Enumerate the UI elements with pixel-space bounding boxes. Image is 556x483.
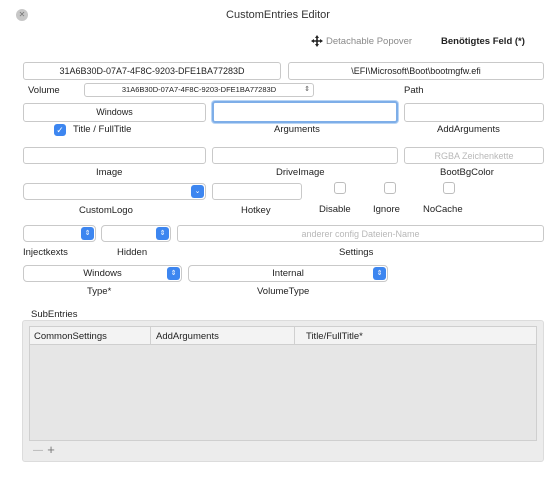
inject-kexts-select[interactable]: ⇕ [23,225,96,242]
image-field[interactable] [23,147,206,164]
custom-logo-label: CustomLogo [79,205,133,216]
add-arguments-field[interactable] [404,103,544,122]
nocache-checkbox[interactable] [443,182,455,194]
boot-bg-color-placeholder: RGBA Zeichenkette [434,151,514,161]
volume-field[interactable]: 31A6B30D-07A7-4F8C-9203-DFE1BA77283D [23,62,281,80]
inject-kexts-label: Injectkexts [23,247,68,258]
disable-label: Disable [319,204,351,215]
disable-checkbox[interactable] [334,182,346,194]
ignore-checkbox[interactable] [384,182,396,194]
type-label: Type* [87,286,112,297]
add-arguments-label: AddArguments [437,124,500,135]
boot-bg-color-label: BootBgColor [440,167,494,178]
chevron-updown-icon: ⇕ [81,227,94,240]
subentries-label: SubEntries [31,309,78,320]
table-header: CommonSettings AddArguments Title/FullTi… [30,327,536,345]
path-field[interactable]: \EFI\Microsoft\Boot\bootmgfw.efi [288,62,544,80]
chevron-updown-icon: ⇕ [304,86,310,93]
volume-select[interactable]: 31A6B30D-07A7-4F8C-9203-DFE1BA77283D ⇕ [84,83,314,97]
hidden-label: Hidden [117,247,148,258]
title-label: Title / FullTitle [73,124,132,135]
arguments-label: Arguments [274,124,320,135]
chevron-down-icon: ⌄ [191,185,204,198]
column-header-title[interactable]: Title/FullTitle* [306,331,363,342]
custom-logo-select[interactable]: ⌄ [23,183,206,200]
hidden-select[interactable]: ⇕ [101,225,171,242]
arguments-field[interactable] [212,101,398,123]
image-label: Image [96,167,123,178]
subentries-table[interactable]: CommonSettings AddArguments Title/FullTi… [29,326,537,441]
boot-bg-color-field[interactable]: RGBA Zeichenkette [404,147,544,164]
type-select[interactable]: Windows ⇕ [23,265,182,282]
title-field[interactable]: Windows [23,103,206,122]
settings-placeholder: anderer config Dateien-Name [301,229,420,239]
window-title: CustomEntries Editor [226,9,330,21]
minus-icon: — [33,445,43,456]
volume-label: Volume [28,85,60,96]
settings-field[interactable]: anderer config Dateien-Name [177,225,544,242]
volume-select-value: 31A6B30D-07A7-4F8C-9203-DFE1BA77283D [121,85,277,94]
chevron-updown-icon: ⇕ [373,267,386,280]
settings-label: Settings [339,247,374,258]
hotkey-label: Hotkey [241,205,271,216]
column-header-add-arguments[interactable]: AddArguments [156,331,219,342]
drive-image-field[interactable] [212,147,398,164]
ignore-label: Ignore [373,204,400,215]
nocache-label: NoCache [423,204,463,215]
volume-type-label: VolumeType [257,286,310,297]
column-header-common-settings[interactable]: CommonSettings [34,331,107,342]
move-arrows-icon[interactable] [311,35,323,47]
title-checkbox[interactable]: ✓ [54,124,66,136]
volume-type-select[interactable]: Internal ⇕ [188,265,388,282]
type-select-value: Windows [83,268,122,279]
chevron-updown-icon: ⇕ [156,227,169,240]
plus-icon: + [47,442,55,457]
path-label: Path [404,85,424,96]
hotkey-field[interactable] [212,183,302,200]
add-subentry-button[interactable]: + [44,443,58,457]
remove-subentry-button[interactable]: — [31,444,45,458]
chevron-updown-icon: ⇕ [167,267,180,280]
required-field-label: Benötigtes Feld (*) [441,36,525,47]
drive-image-label: DriveImage [276,167,325,178]
volume-type-select-value: Internal [272,268,304,279]
detachable-popover-label[interactable]: Detachable Popover [326,36,412,47]
